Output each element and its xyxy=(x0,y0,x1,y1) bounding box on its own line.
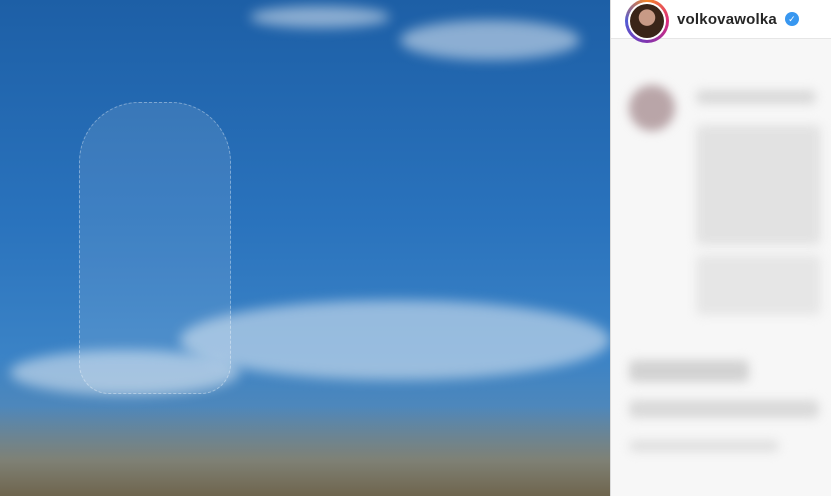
blurred-text xyxy=(696,90,816,104)
avatar[interactable] xyxy=(625,0,669,43)
avatar-image xyxy=(630,4,664,38)
blurred-text xyxy=(629,440,779,452)
verified-badge-icon: ✓ xyxy=(784,12,799,26)
post-header: volkovawolka ✓ xyxy=(611,0,831,43)
blurred-avatar xyxy=(629,85,675,131)
post-media[interactable] xyxy=(0,0,610,496)
username[interactable]: volkovawolka xyxy=(677,11,777,28)
media-placeholder xyxy=(0,0,610,496)
comments-panel: volkovawolka ✓ xyxy=(611,0,831,496)
blurred-text xyxy=(696,125,821,245)
avatar-ring xyxy=(628,2,666,40)
blurred-actions xyxy=(629,360,749,382)
blurred-text xyxy=(629,400,819,418)
subject-placeholder xyxy=(79,102,231,394)
blurred-text xyxy=(696,255,821,315)
